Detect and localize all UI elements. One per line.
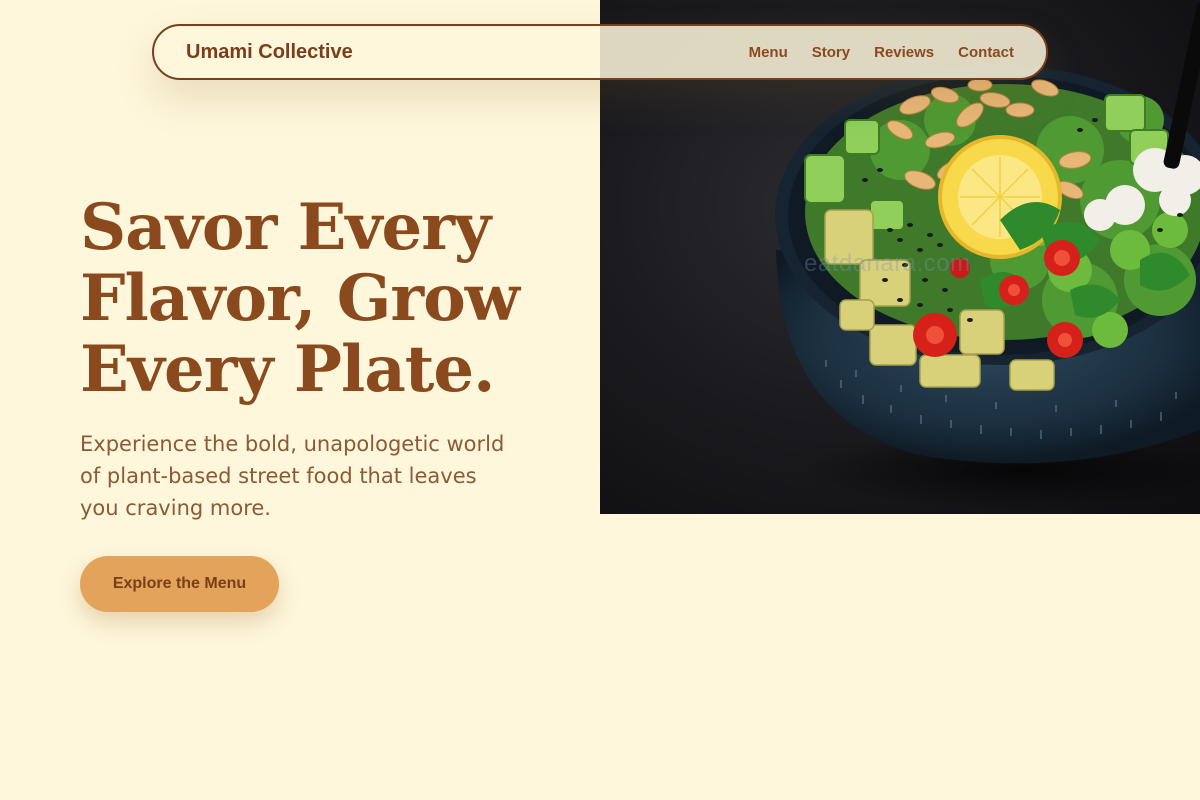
brand-logo[interactable]: Umami Collective [186, 41, 353, 64]
nav-link-menu[interactable]: Menu [749, 44, 788, 61]
image-watermark: eatdanara.com [804, 250, 971, 277]
nav-link-story[interactable]: Story [812, 44, 850, 61]
nav-link-contact[interactable]: Contact [958, 44, 1014, 61]
landing-page: eatdanara.com Umami Collective Menu Stor… [0, 0, 1200, 800]
nav-link-reviews[interactable]: Reviews [874, 44, 934, 61]
hero-subtext: Experience the bold, unapologetic world … [80, 432, 505, 520]
headline-line: Flavor, Grow [80, 261, 520, 336]
nav-links: Menu Story Reviews Contact [749, 44, 1014, 61]
explore-menu-button[interactable]: Explore the Menu [80, 556, 279, 612]
headline-line: Every Plate. [80, 332, 495, 407]
hero-headline: Savor Every Flavor, Grow Every Plate. [80, 192, 580, 405]
top-navbar: Umami Collective Menu Story Reviews Cont… [152, 24, 1048, 80]
headline-line: Savor Every [80, 190, 491, 265]
